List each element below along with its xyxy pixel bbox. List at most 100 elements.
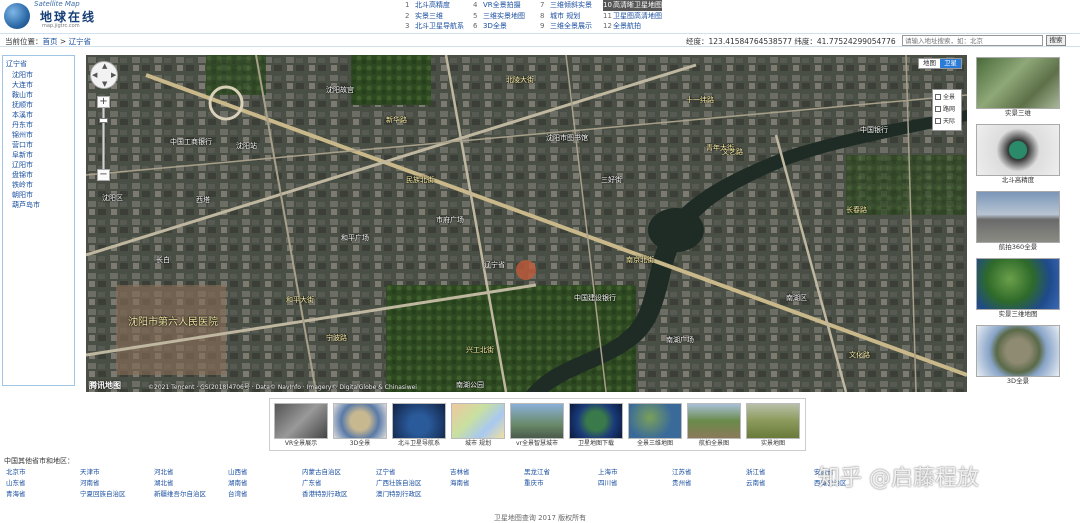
- strip-thumb[interactable]: vr全景智慧城市: [510, 403, 564, 448]
- zoom-out-button[interactable]: −: [97, 169, 110, 181]
- map-label[interactable]: 三好街: [601, 175, 622, 185]
- sidebar-city-link[interactable]: 丹东市: [6, 120, 74, 130]
- map-label[interactable]: 中国银行: [860, 125, 888, 135]
- province-link[interactable]: 香港特别行政区: [302, 488, 348, 498]
- map-label-hospital[interactable]: 沈阳市第六人民医院: [128, 313, 218, 328]
- sidebar-province[interactable]: 辽宁省: [6, 59, 74, 69]
- map-label[interactable]: 南湖广场: [666, 335, 694, 345]
- province-link[interactable]: 云南省: [746, 477, 766, 487]
- province-link[interactable]: 北京市: [6, 466, 26, 476]
- right-thumb[interactable]: 实景三维地图: [976, 258, 1060, 319]
- top-nav-item[interactable]: 2 实景三维: [405, 11, 443, 22]
- map-label[interactable]: 宁波路: [326, 333, 347, 343]
- map-label[interactable]: 民族北街: [406, 175, 434, 185]
- strip-thumb[interactable]: 城市 规划: [451, 403, 505, 448]
- province-link[interactable]: 江苏省: [672, 466, 692, 476]
- layer-option-roads[interactable]: 路网: [935, 104, 959, 116]
- map-label[interactable]: 兴工北街: [466, 345, 494, 355]
- province-link[interactable]: 澳门特别行政区: [376, 488, 422, 498]
- strip-thumb[interactable]: 卫星地图下载: [569, 403, 623, 448]
- sidebar-city-link[interactable]: 铁岭市: [6, 180, 74, 190]
- top-nav-item[interactable]: 4 VR全景拍摄: [473, 0, 521, 11]
- breadcrumb-home[interactable]: 首页: [43, 37, 58, 46]
- province-link[interactable]: 天津市: [80, 466, 100, 476]
- top-nav-item[interactable]: 12全景航拍: [603, 21, 641, 32]
- map-label[interactable]: 沈阳站: [236, 141, 257, 151]
- layer-option-skyline[interactable]: 天际: [935, 116, 959, 128]
- sidebar-city-link[interactable]: 沈阳市: [6, 70, 74, 80]
- top-nav-item[interactable]: 10高清晰卫星地图: [603, 0, 662, 11]
- compass-pan-control[interactable]: ▲ ▼ ◀ ▶: [90, 61, 118, 89]
- province-link[interactable]: 上海市: [598, 466, 618, 476]
- sidebar-city-link[interactable]: 鞍山市: [6, 90, 74, 100]
- sidebar-city-link[interactable]: 阜新市: [6, 150, 74, 160]
- pan-down-icon[interactable]: ▼: [102, 80, 107, 88]
- strip-thumb[interactable]: 实景地图: [746, 403, 800, 448]
- sidebar-city-link[interactable]: 辽阳市: [6, 160, 74, 170]
- pan-right-icon[interactable]: ▶: [111, 71, 116, 79]
- province-link[interactable]: 湖北省: [154, 477, 174, 487]
- top-nav-item[interactable]: 9 三维全景展示: [540, 21, 592, 32]
- province-link[interactable]: 海南省: [450, 477, 470, 487]
- map-label[interactable]: 沈阳市图书馆: [546, 133, 588, 143]
- map-label[interactable]: 市府广场: [436, 215, 464, 225]
- province-link[interactable]: 内蒙古自治区: [302, 466, 341, 476]
- map-label[interactable]: 沈阳故宫: [326, 85, 354, 95]
- sidebar-city-link[interactable]: 葫芦岛市: [6, 200, 74, 210]
- province-link[interactable]: 河南省: [80, 477, 100, 487]
- province-link[interactable]: 新疆维吾尔自治区: [154, 488, 206, 498]
- search-button[interactable]: 搜索: [1046, 35, 1066, 46]
- map-label[interactable]: 新华路: [386, 115, 407, 125]
- sidebar-city-link[interactable]: 盘锦市: [6, 170, 74, 180]
- map-label[interactable]: 西塔: [196, 195, 210, 205]
- map-label[interactable]: 辽宁省: [484, 260, 505, 270]
- right-thumb[interactable]: 航拍360全景: [976, 191, 1060, 252]
- sidebar-city-link[interactable]: 营口市: [6, 140, 74, 150]
- sidebar-city-link[interactable]: 本溪市: [6, 110, 74, 120]
- top-nav-item[interactable]: 3 北斗卫星导航系: [405, 21, 464, 32]
- map-label[interactable]: 中国工商银行: [170, 137, 212, 147]
- strip-thumb[interactable]: VR全景展示: [274, 403, 328, 448]
- province-link[interactable]: 宁夏回族自治区: [80, 488, 126, 498]
- strip-thumb[interactable]: 北斗卫星导航系: [392, 403, 446, 448]
- sidebar-city-link[interactable]: 大连市: [6, 80, 74, 90]
- map-label[interactable]: 和平广场: [341, 233, 369, 243]
- sidebar-city-link[interactable]: 朝阳市: [6, 190, 74, 200]
- province-link[interactable]: 吉林省: [450, 466, 470, 476]
- map-label[interactable]: 文化路: [849, 350, 870, 360]
- map-label[interactable]: 长春路: [846, 205, 867, 215]
- province-link[interactable]: 广东省: [302, 477, 322, 487]
- site-logo[interactable]: Satellite Map 地球在线 map.jigtrc.com: [4, 0, 104, 31]
- sidebar-city-link[interactable]: 抚顺市: [6, 100, 74, 110]
- satellite-map[interactable]: 沈阳市第六人民医院 沈阳区 辽宁省 南湖公园 中国工商银行 沈阳站 中国建设银行…: [86, 55, 967, 392]
- top-nav-item[interactable]: 7 三维倾斜实景: [540, 0, 592, 11]
- province-link[interactable]: 贵州省: [672, 477, 692, 487]
- top-nav-item[interactable]: 11卫星图高清地图: [603, 11, 662, 22]
- map-label[interactable]: 长白: [156, 255, 170, 265]
- map-label[interactable]: 南京北街: [626, 255, 654, 265]
- map-label[interactable]: 南湖区: [786, 293, 807, 303]
- province-link[interactable]: 广西壮族自治区: [376, 477, 422, 487]
- map-label[interactable]: 南湖公园: [456, 380, 484, 390]
- sidebar-city-link[interactable]: 锦州市: [6, 130, 74, 140]
- province-link[interactable]: 山西省: [228, 466, 248, 476]
- right-thumb[interactable]: 3D全景: [976, 325, 1060, 386]
- top-nav-item[interactable]: 8 城市 规划: [540, 11, 580, 22]
- top-nav-item[interactable]: 6 3D全景: [473, 21, 507, 32]
- pan-left-icon[interactable]: ◀: [92, 71, 97, 79]
- strip-thumb[interactable]: 3D全景: [333, 403, 387, 448]
- province-link[interactable]: 河北省: [154, 466, 174, 476]
- map-label[interactable]: 北陵大街: [506, 75, 534, 85]
- province-link[interactable]: 湖南省: [228, 477, 248, 487]
- province-link[interactable]: 台湾省: [228, 488, 248, 498]
- province-link[interactable]: 山东省: [6, 477, 26, 487]
- map-type-map[interactable]: 地图: [919, 59, 940, 68]
- pan-up-icon[interactable]: ▲: [102, 62, 107, 70]
- right-thumb[interactable]: 实景三维: [976, 57, 1060, 118]
- strip-thumb[interactable]: 航拍全景图: [687, 403, 741, 448]
- map-label[interactable]: 沈阳区: [102, 193, 123, 203]
- map-label[interactable]: 十一纬路: [686, 95, 714, 105]
- map-label[interactable]: 中国建设银行: [574, 293, 616, 303]
- right-thumb[interactable]: 北斗高精度: [976, 124, 1060, 185]
- top-nav-item[interactable]: 5 三维实景地图: [473, 11, 525, 22]
